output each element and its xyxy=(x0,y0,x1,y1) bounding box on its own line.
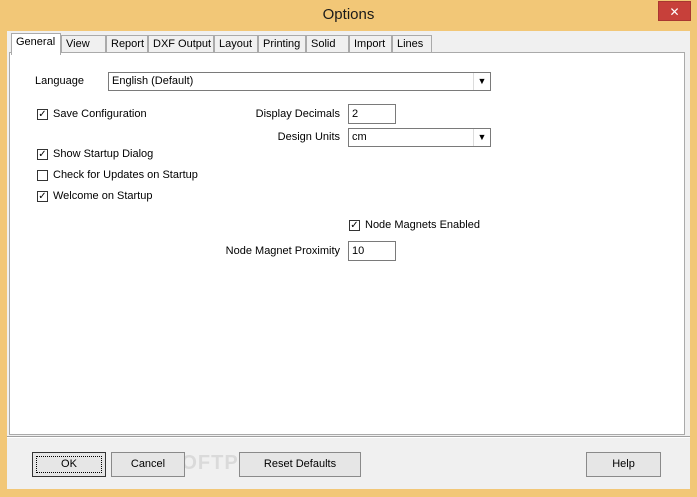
welcome-startup-checkbox[interactable]: ✓ xyxy=(37,191,48,202)
tab-view[interactable]: View xyxy=(61,35,106,53)
node-magnet-proximity-input[interactable]: 10 xyxy=(348,241,396,261)
design-units-label: Design Units xyxy=(277,131,340,143)
save-configuration-checkbox[interactable]: ✓ xyxy=(37,109,48,120)
general-tab-panel: Language English (Default) ▼ ✓ Save Conf… xyxy=(9,52,685,435)
focus-rect xyxy=(36,456,102,473)
title-bar[interactable]: Options ✕ xyxy=(0,0,697,31)
node-magnets-label: Node Magnets Enabled xyxy=(365,219,480,231)
window-title: Options xyxy=(322,6,375,23)
close-icon[interactable]: ✕ xyxy=(658,1,691,21)
check-updates-label: Check for Updates on Startup xyxy=(53,169,198,181)
language-select[interactable]: English (Default) ▼ xyxy=(108,72,491,91)
tab-solid[interactable]: Solid xyxy=(306,35,349,53)
chevron-down-icon[interactable]: ▼ xyxy=(473,129,490,146)
design-units-select[interactable]: cm ▼ xyxy=(348,128,491,147)
tab-layout[interactable]: Layout xyxy=(214,35,258,53)
tab-strip: General View Report DXF Output Layout Pr… xyxy=(11,33,687,55)
show-startup-dialog-label: Show Startup Dialog xyxy=(53,148,154,160)
display-decimals-label: Display Decimals xyxy=(255,108,340,120)
node-magnet-proximity-label: Node Magnet Proximity xyxy=(225,245,340,257)
node-magnets-checkbox[interactable]: ✓ xyxy=(349,220,360,231)
reset-defaults-button[interactable]: Reset Defaults xyxy=(239,452,361,477)
chevron-down-icon[interactable]: ▼ xyxy=(473,73,490,90)
tab-dxf-output[interactable]: DXF Output xyxy=(148,35,214,53)
bottom-divider xyxy=(7,436,690,438)
options-window: Options ✕ General View Report DXF Output… xyxy=(0,0,697,497)
save-configuration-label: Save Configuration xyxy=(53,108,147,120)
language-label: Language xyxy=(35,75,84,87)
design-units-value: cm xyxy=(352,131,367,143)
tab-report[interactable]: Report xyxy=(106,35,148,53)
dialog-client-area: General View Report DXF Output Layout Pr… xyxy=(7,31,690,489)
tab-printing[interactable]: Printing xyxy=(258,35,306,53)
check-updates-checkbox[interactable] xyxy=(37,170,48,181)
display-decimals-input[interactable]: 2 xyxy=(348,104,396,124)
welcome-startup-label: Welcome on Startup xyxy=(53,190,153,202)
show-startup-dialog-checkbox[interactable]: ✓ xyxy=(37,149,48,160)
language-value: English (Default) xyxy=(112,75,194,87)
ok-button[interactable]: OK xyxy=(32,452,106,477)
tab-lines[interactable]: Lines xyxy=(392,35,432,53)
help-button[interactable]: Help xyxy=(586,452,661,477)
cancel-button[interactable]: Cancel xyxy=(111,452,185,477)
tab-general[interactable]: General xyxy=(11,33,61,55)
tab-import[interactable]: Import xyxy=(349,35,392,53)
